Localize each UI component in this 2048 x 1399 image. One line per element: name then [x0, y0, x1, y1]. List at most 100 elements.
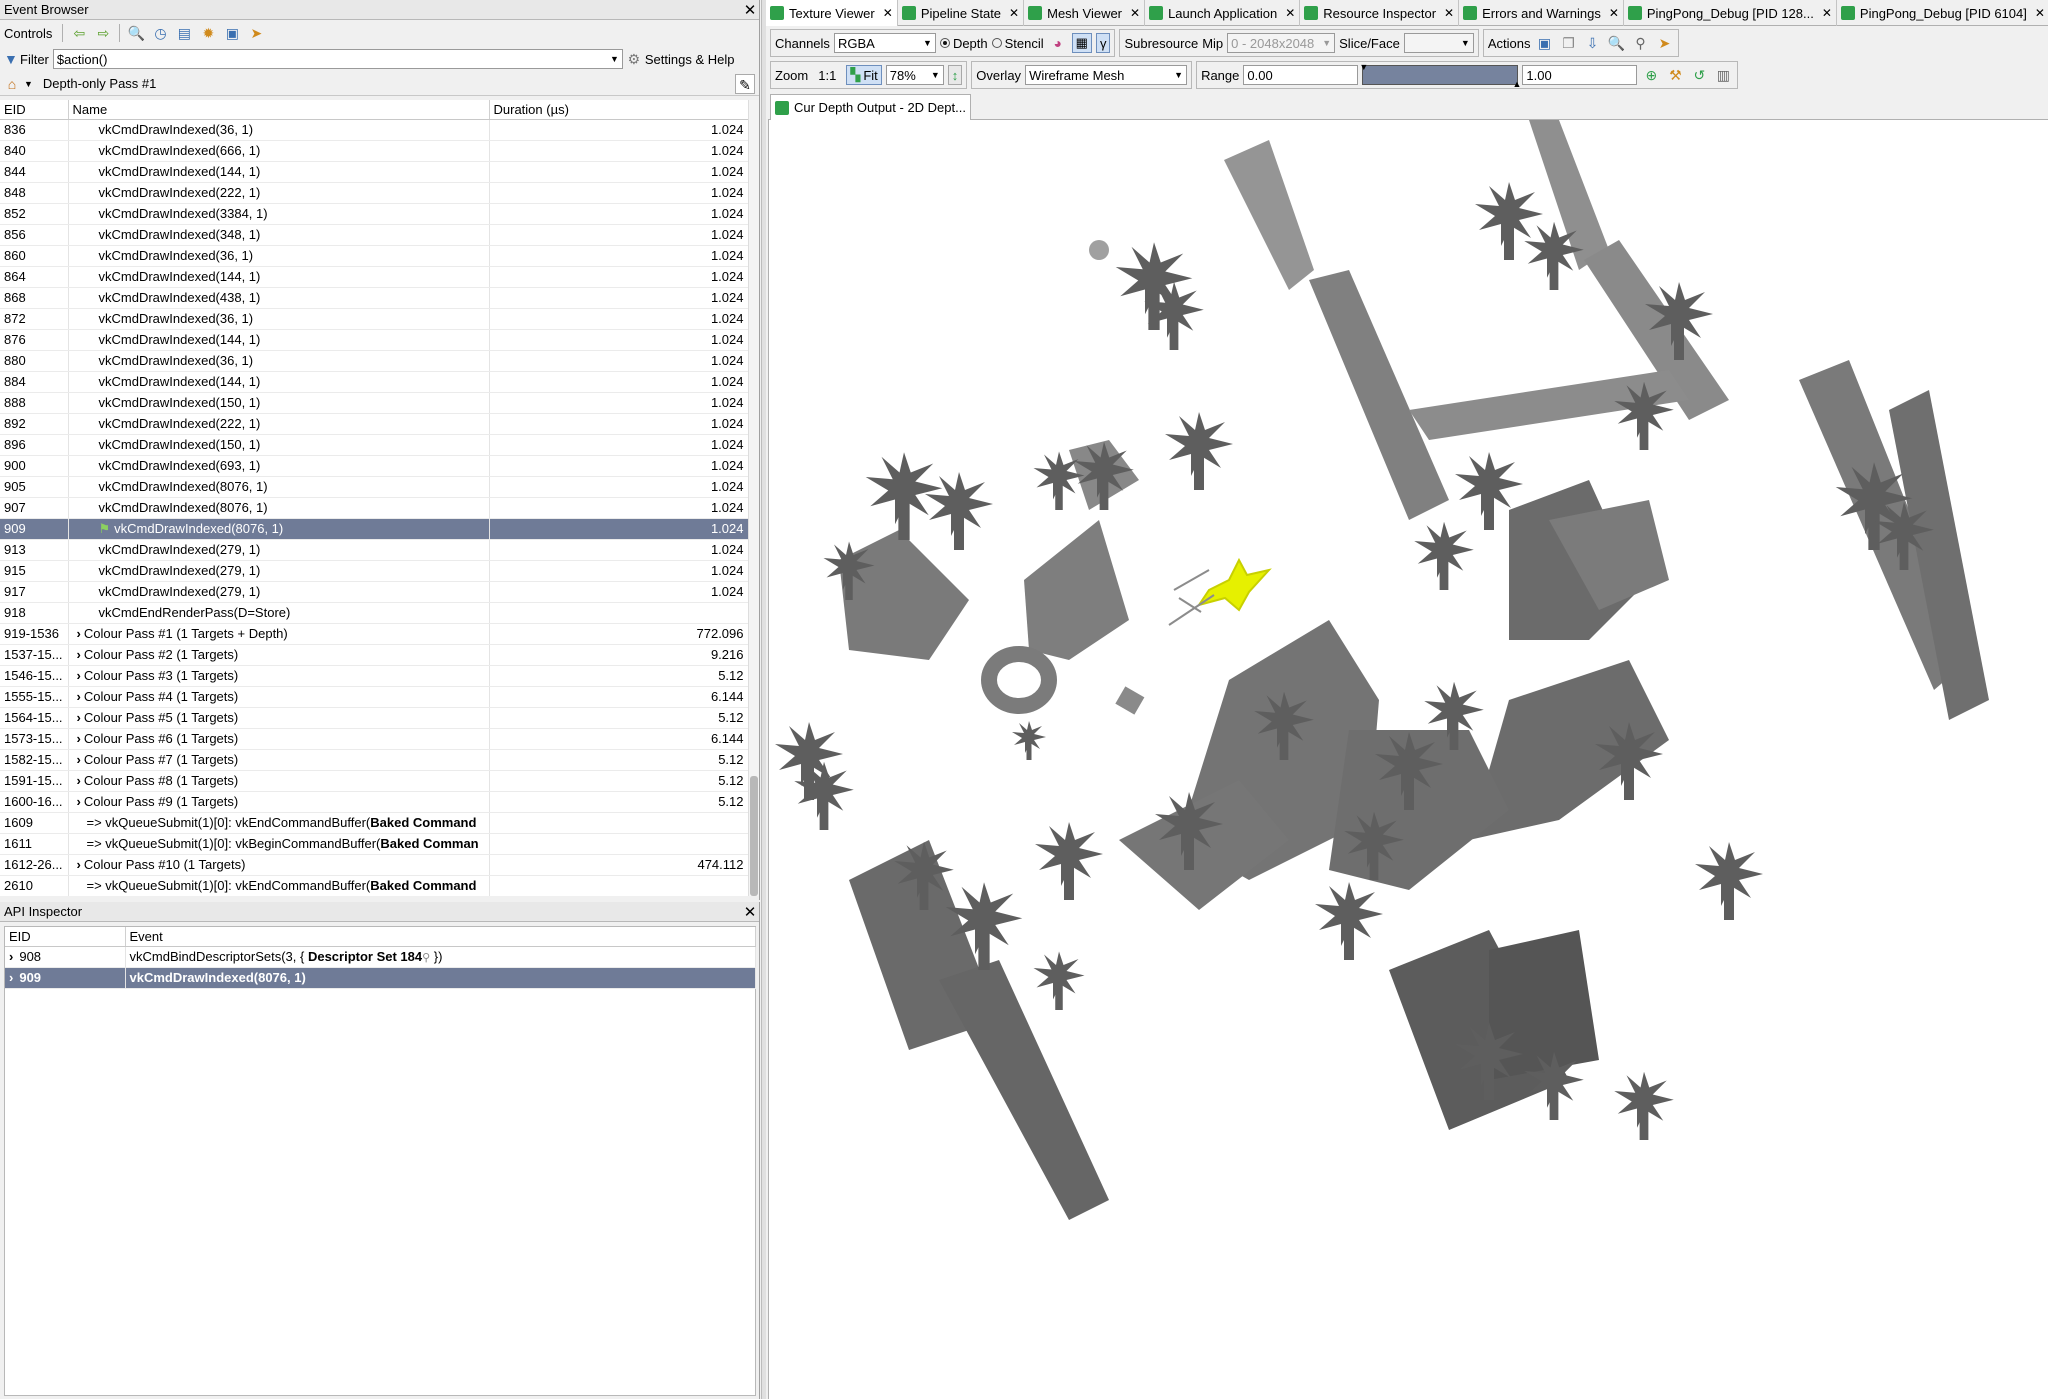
forward-arrow-icon[interactable]: ⇨	[93, 23, 113, 43]
timer-icon[interactable]: ◷	[150, 23, 170, 43]
close-icon[interactable]: ✕	[741, 1, 759, 19]
close-icon[interactable]: ✕	[1130, 6, 1140, 20]
descriptor-set-link[interactable]: Descriptor Set 184	[308, 949, 422, 964]
gear-colour-icon[interactable]: ✹	[198, 23, 218, 43]
column-header-duration[interactable]: Duration (µs)	[489, 100, 748, 120]
back-arrow-icon[interactable]: ⇦	[69, 23, 89, 43]
bookmark-icon[interactable]: ▤	[174, 23, 194, 43]
column-header-eid[interactable]: EID	[5, 927, 126, 947]
tab-resource-inspector[interactable]: Resource Inspector ✕	[1300, 0, 1460, 26]
table-row[interactable]: 892 vkCmdDrawIndexed(222, 1) 1.024	[0, 413, 748, 435]
table-row[interactable]: 900 vkCmdDrawIndexed(693, 1) 1.024	[0, 455, 748, 477]
checkerboard-button[interactable]: ▦	[1071, 33, 1092, 53]
range-max-input[interactable]: 1.00	[1522, 65, 1638, 85]
save-icon[interactable]: ▣	[1534, 33, 1554, 53]
table-row[interactable]: 919-1536 › Colour Pass #1 (1 Targets + Dep…	[0, 623, 748, 645]
chevron-down-icon[interactable]: ▼	[927, 70, 940, 80]
zoom-1to1-button[interactable]: 1:1	[818, 68, 836, 83]
chevron-down-icon[interactable]: ▼	[919, 38, 932, 48]
expand-chevron-icon[interactable]: ›	[77, 647, 81, 662]
table-row[interactable]: 1591-15... › Colour Pass #8 (1 Targets) 5.1…	[0, 770, 748, 792]
close-icon[interactable]: ✕	[1285, 6, 1295, 20]
expand-chevron-icon[interactable]: ›	[77, 773, 81, 788]
event-scrollbar[interactable]	[748, 100, 759, 896]
close-icon[interactable]: ✕	[741, 903, 759, 921]
tab-cur-depth-output[interactable]: Cur Depth Output - 2D Dept...	[770, 94, 971, 120]
table-row[interactable]: 872 vkCmdDrawIndexed(36, 1) 1.024	[0, 308, 748, 330]
table-row[interactable]: 864 vkCmdDrawIndexed(144, 1) 1.024	[0, 266, 748, 288]
table-row[interactable]: 913 vkCmdDrawIndexed(279, 1) 1.024	[0, 539, 748, 561]
tab-pipeline-state[interactable]: Pipeline State ✕	[898, 0, 1025, 26]
table-row[interactable]: 884 vkCmdDrawIndexed(144, 1) 1.024	[0, 371, 748, 393]
link-icon[interactable]: ⚲	[1630, 33, 1650, 53]
table-row[interactable]: 915 vkCmdDrawIndexed(279, 1) 1.024	[0, 560, 748, 582]
table-row[interactable]: 1537-15... › Colour Pass #2 (1 Targets) 9.2…	[0, 644, 748, 666]
table-row[interactable]: 1612-26... › Colour Pass #10 (1 Targets) 47…	[0, 854, 748, 876]
table-row[interactable]: 2610 => vkQueueSubmit(1)[0]: vkEndCommand…	[0, 875, 748, 896]
table-row[interactable]: 909 ⚑ vkCmdDrawIndexed(8076, 1) 1.024	[0, 518, 748, 540]
table-row[interactable]: 836 vkCmdDrawIndexed(36, 1) 1.024	[0, 119, 748, 141]
table-row[interactable]: 848 vkCmdDrawIndexed(222, 1) 1.024	[0, 182, 748, 204]
table-row[interactable]: › 908 vkCmdBindDescriptorSets(3, { Descrip…	[5, 946, 756, 968]
table-row[interactable]: 918 vkCmdEndRenderPass(D=Store)	[0, 602, 748, 624]
event-scrollbar-thumb[interactable]	[750, 776, 758, 896]
expand-chevron-icon[interactable]: ›	[77, 626, 81, 641]
export-icon[interactable]: ➤	[1654, 33, 1674, 53]
range-handle-low[interactable]: ▼	[1359, 62, 1368, 72]
table-row[interactable]: 844 vkCmdDrawIndexed(144, 1) 1.024	[0, 161, 748, 183]
expand-chevron-icon[interactable]: ›	[77, 857, 81, 872]
filter-input[interactable]: $action() ▼	[52, 49, 623, 69]
channels-select[interactable]: RGBA ▼	[833, 33, 936, 53]
range-slider[interactable]: ▼ ▲	[1359, 62, 1521, 89]
pane-splitter[interactable]	[761, 0, 766, 1399]
expand-chevron-icon[interactable]: ›	[77, 710, 81, 725]
tab-launch-application[interactable]: Launch Application ✕	[1145, 0, 1301, 26]
expand-chevron-icon[interactable]: ›	[77, 731, 81, 746]
expand-chevron-icon[interactable]: ›	[9, 949, 13, 964]
settings-gear-icon[interactable]: ⚙	[627, 49, 641, 69]
tab-texture-viewer[interactable]: Texture Viewer ✕	[766, 0, 898, 26]
colour-picker-icon[interactable]: ◕	[1048, 33, 1068, 53]
close-icon[interactable]: ✕	[1609, 6, 1619, 20]
chevron-down-icon[interactable]: ▼	[1457, 38, 1470, 48]
table-row[interactable]: 868 vkCmdDrawIndexed(438, 1) 1.024	[0, 287, 748, 309]
table-row[interactable]: 1573-15... › Colour Pass #6 (1 Targets) 6.1…	[0, 728, 748, 750]
table-row[interactable]: 1600-16... › Colour Pass #9 (1 Targets) 5.1…	[0, 791, 748, 813]
close-icon[interactable]: ✕	[883, 6, 893, 20]
table-row[interactable]: 876 vkCmdDrawIndexed(144, 1) 1.024	[0, 329, 748, 351]
stencil-radio[interactable]: Stencil	[991, 36, 1044, 51]
save-icon[interactable]: ▣	[222, 23, 242, 43]
table-row[interactable]: 917 vkCmdDrawIndexed(279, 1) 1.024	[0, 581, 748, 603]
range-handle-high[interactable]: ▲	[1512, 79, 1521, 89]
column-header-name[interactable]: Name	[68, 100, 490, 120]
close-icon[interactable]: ✕	[1822, 6, 1832, 20]
table-row[interactable]: 907 vkCmdDrawIndexed(8076, 1) 1.024	[0, 497, 748, 519]
slice-select[interactable]: ▼	[1403, 33, 1474, 53]
breadcrumb-dropdown-icon[interactable]: ▼	[24, 79, 33, 89]
find-icon[interactable]: 🔍	[126, 23, 146, 43]
gamma-button[interactable]: γ	[1095, 33, 1111, 53]
expand-chevron-icon[interactable]: ›	[77, 752, 81, 767]
edit-notes-icon[interactable]: ✎	[735, 73, 755, 94]
table-row[interactable]: 1564-15... › Colour Pass #5 (1 Targets) 5.1…	[0, 707, 748, 729]
table-row[interactable]: 1546-15... › Colour Pass #3 (1 Targets) 5.1…	[0, 665, 748, 687]
table-row[interactable]: 840 vkCmdDrawIndexed(666, 1) 1.024	[0, 140, 748, 162]
table-row[interactable]: 1555-15... › Colour Pass #4 (1 Targets) 6.1…	[0, 686, 748, 708]
overlay-select[interactable]: Wireframe Mesh ▼	[1025, 65, 1188, 85]
expand-chevron-icon[interactable]: ›	[77, 689, 81, 704]
zoom-range-icon[interactable]: ⊕	[1641, 65, 1661, 85]
table-row[interactable]: 852 vkCmdDrawIndexed(3384, 1) 1.024	[0, 203, 748, 225]
chevron-down-icon[interactable]: ▼	[1318, 38, 1331, 48]
fit-button[interactable]: ▚ Fit	[846, 65, 882, 85]
zoom-select[interactable]: 78% ▼	[885, 65, 944, 85]
tab-pingpong-debug-pid-6104[interactable]: PingPong_Debug [PID 6104] ✕	[1837, 0, 2048, 26]
mip-select[interactable]: 0 - 2048x2048 ▼	[1227, 33, 1336, 53]
breadcrumb-item[interactable]: Depth-only Pass #1	[43, 76, 156, 91]
column-header-event[interactable]: Event	[125, 927, 756, 947]
tab-errors-and-warnings[interactable]: Errors and Warnings ✕	[1459, 0, 1624, 26]
expand-chevron-icon[interactable]: ›	[77, 668, 81, 683]
chevron-down-icon[interactable]: ▼	[606, 54, 619, 64]
table-row[interactable]: 905 vkCmdDrawIndexed(8076, 1) 1.024	[0, 476, 748, 498]
settings-help-button[interactable]: Settings & Help	[645, 52, 735, 67]
flip-button[interactable]: ↕	[947, 65, 963, 85]
